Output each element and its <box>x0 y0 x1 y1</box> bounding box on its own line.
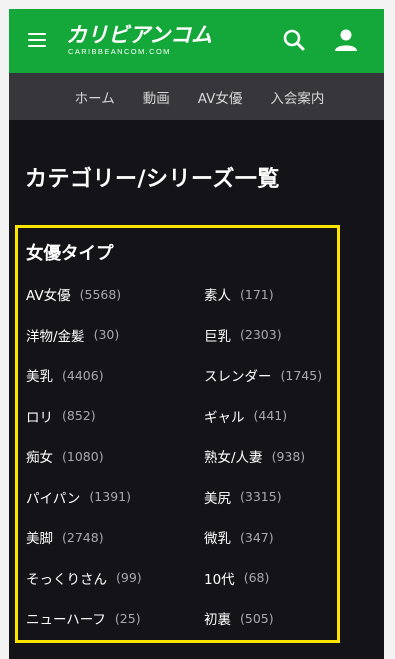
category-item[interactable]: 素人 (171) <box>204 274 336 315</box>
category-item[interactable]: 美脚 (2748) <box>26 517 204 558</box>
nav-item-videos[interactable]: 動画 <box>127 87 182 107</box>
category-count: (1745) <box>280 367 323 383</box>
page-title: カテゴリー/シリーズ一覧 <box>25 167 280 192</box>
category-name: ギャル <box>204 409 245 426</box>
category-name: 美脚 <box>26 531 53 548</box>
category-name: スレンダー <box>204 369 272 386</box>
category-count: (171) <box>240 286 274 302</box>
category-item[interactable]: 洋物/金髪 (30) <box>26 315 204 356</box>
category-item[interactable]: AV女優 (5568) <box>26 274 204 315</box>
category-count: (938) <box>271 448 306 464</box>
category-name: 素人 <box>204 288 231 305</box>
category-item[interactable]: 美乳 (4406) <box>26 355 204 396</box>
category-item[interactable]: そっくりさん (99) <box>26 558 204 599</box>
logo-subtext: CARIBBEANCOM.COM <box>68 47 171 56</box>
category-count: (3315) <box>240 489 282 505</box>
hamburger-menu-icon[interactable] <box>28 33 46 47</box>
category-item[interactable]: 巨乳 (2303) <box>204 315 336 356</box>
category-item[interactable]: ギャル (441) <box>204 396 336 437</box>
category-item[interactable]: ニューハーフ (25) <box>26 598 204 639</box>
category-count: (30) <box>93 327 120 343</box>
category-name: 巨乳 <box>204 328 231 345</box>
category-name: ロリ <box>26 409 53 426</box>
category-name: 洋物/金髪 <box>26 328 85 345</box>
category-count: (5568) <box>79 286 122 302</box>
category-count: (852) <box>62 408 96 424</box>
category-count: (1391) <box>89 489 131 505</box>
category-count: (99) <box>116 570 142 586</box>
main-nav: ホーム 動画 AV女優 入会案内 <box>9 73 384 120</box>
category-count: (2748) <box>62 529 104 545</box>
category-name: AV女優 <box>26 288 71 305</box>
app-frame: カリビアンコム CARIBBEANCOM.COM ホーム 動画 AV女優 入会案… <box>9 9 384 659</box>
category-count: (347) <box>240 529 274 545</box>
site-logo[interactable]: カリビアンコム CARIBBEANCOM.COM <box>66 23 212 57</box>
category-count: (441) <box>253 408 288 424</box>
category-count: (25) <box>114 610 141 626</box>
category-item[interactable]: 10代 (68) <box>204 558 336 599</box>
category-name: 美乳 <box>26 369 53 386</box>
category-count: (4406) <box>62 367 104 383</box>
category-item[interactable]: 微乳 (347) <box>204 517 336 558</box>
category-count: (505) <box>240 610 274 626</box>
category-name: パイパン <box>26 490 81 507</box>
category-item[interactable]: 初裏 (505) <box>204 598 336 639</box>
category-item[interactable]: スレンダー (1745) <box>204 355 336 396</box>
category-count: (1080) <box>62 448 104 464</box>
user-icon[interactable] <box>333 27 359 53</box>
category-name: 美尻 <box>204 490 231 507</box>
category-count: (2303) <box>240 327 282 343</box>
search-icon[interactable] <box>281 27 307 53</box>
category-count: (68) <box>243 570 270 586</box>
nav-item-actresses[interactable]: AV女優 <box>182 87 255 107</box>
site-header: カリビアンコム CARIBBEANCOM.COM <box>9 9 384 73</box>
category-name: 10代 <box>204 571 235 588</box>
category-item[interactable]: 痴女 (1080) <box>26 436 204 477</box>
category-list: AV女優 (5568) 素人 (171) 洋物/金髪 (30) 巨乳 (2303) 美乳… <box>26 287 336 659</box>
category-section: 女優タイプ AV女優 (5568) 素人 (171) 洋物/金髪 (30) 巨乳 (23… <box>15 225 340 643</box>
category-name: 痴女 <box>26 450 53 467</box>
nav-item-home[interactable]: ホーム <box>57 87 127 107</box>
category-name: そっくりさん <box>26 571 107 588</box>
category-item[interactable]: 熟女/人妻 (938) <box>204 436 336 477</box>
section-title: 女優タイプ <box>26 244 114 264</box>
nav-item-join[interactable]: 入会案内 <box>254 87 336 107</box>
category-item[interactable]: 美尻 (3315) <box>204 477 336 518</box>
category-name: 初裏 <box>204 612 231 629</box>
category-name: ニューハーフ <box>26 612 106 629</box>
logo-text: カリビアンコム <box>66 23 213 47</box>
category-item[interactable]: パイパン (1391) <box>26 477 204 518</box>
category-item[interactable]: ロリ (852) <box>26 396 204 437</box>
category-name: 微乳 <box>204 531 231 548</box>
category-name: 熟女/人妻 <box>204 450 263 467</box>
